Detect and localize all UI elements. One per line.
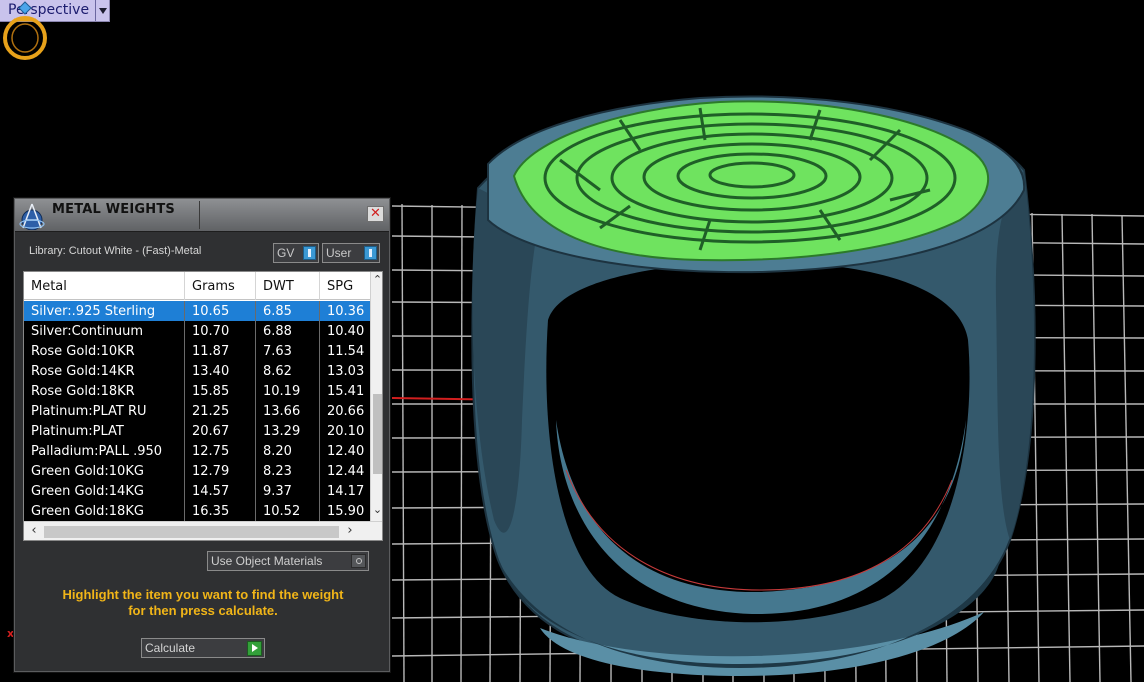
table-cell-grams: 12.75 <box>185 441 256 461</box>
table-row[interactable]: Green Gold:14KG 14.57 9.37 14.17 <box>24 481 370 501</box>
calculate-label: Calculate <box>145 641 196 655</box>
table-cell-metal: Palladium:PALL .950 <box>24 441 185 461</box>
metal-table[interactable]: Metal Grams DWT SPG Silver:.925 Sterling… <box>23 271 383 541</box>
table-cell-grams: 16.35 <box>185 501 256 521</box>
chevron-left-icon[interactable]: ‹ <box>26 523 42 540</box>
table-row[interactable]: Rose Gold:14KR 13.40 8.62 13.03 <box>24 361 370 381</box>
help-text: Highlight the item you want to find the … <box>25 587 381 619</box>
app-logo-icon <box>19 203 45 230</box>
table-cell-grams: 11.87 <box>185 341 256 361</box>
table-cell-spg: 15.41 <box>327 384 365 399</box>
table-row[interactable]: Platinum:PLAT RU 21.25 13.66 20.66 <box>24 401 370 421</box>
radio-icon[interactable] <box>351 554 366 568</box>
panel-header[interactable]: METAL WEIGHTS ✕ <box>15 199 389 232</box>
chevron-down-icon[interactable]: ⌄ <box>371 503 382 519</box>
close-icon[interactable]: ✕ <box>367 206 384 222</box>
column-header-dwt[interactable]: DWT <box>256 272 320 300</box>
table-row[interactable]: Rose Gold:10KR 11.87 7.63 11.54 <box>24 341 370 361</box>
table-row[interactable]: Green Gold:10KG 12.79 8.23 12.44 <box>24 461 370 481</box>
chevron-right-icon[interactable]: › <box>342 523 358 540</box>
table-cell-spg: 13.03 <box>327 364 365 379</box>
table-cell-metal: Rose Gold:14KR <box>24 361 185 381</box>
table-cell-spg: 10.40 <box>327 324 365 339</box>
table-cell-dwt: 10.19 <box>256 381 320 401</box>
table-row[interactable]: Green Gold:18KG 16.35 10.52 15.90 <box>24 501 370 521</box>
panel-title: METAL WEIGHTS <box>52 201 200 229</box>
toggle-switch-icon[interactable] <box>303 246 316 260</box>
table-cell-grams: 10.65 <box>185 301 256 321</box>
library-label: Library: Cutout White - (Fast)-Metal <box>29 245 202 257</box>
help-text-line: for then press calculate. <box>128 603 278 618</box>
user-toggle-label: User <box>326 246 352 260</box>
table-cell-dwt: 8.20 <box>256 441 320 461</box>
table-cell-dwt: 13.29 <box>256 421 320 441</box>
play-icon[interactable] <box>247 640 262 656</box>
table-row[interactable]: Silver:.925 Sterling 10.65 6.85 10.36 <box>24 301 370 321</box>
ring-model <box>471 95 1036 676</box>
use-object-materials-toggle[interactable]: Use Object Materials <box>207 551 369 571</box>
table-cell-metal: Green Gold:10KG <box>24 461 185 481</box>
table-cell-grams: 12.79 <box>185 461 256 481</box>
table-cell-dwt: 8.23 <box>256 461 320 481</box>
scrollbar-thumb[interactable] <box>44 526 339 538</box>
table-row[interactable]: Rose Gold:18KR 15.85 10.19 15.41 <box>24 381 370 401</box>
table-cell-spg: 10.36 <box>327 304 365 319</box>
table-cell-grams: 14.57 <box>185 481 256 501</box>
table-cell-metal: Green Gold:14KG <box>24 481 185 501</box>
table-row[interactable]: Platinum:PLAT 20.67 13.29 20.10 <box>24 421 370 441</box>
table-cell-metal: Silver:Continuum <box>24 321 185 341</box>
use-object-materials-label: Use Object Materials <box>211 554 323 568</box>
table-cell-dwt: 8.62 <box>256 361 320 381</box>
table-cell-spg: 20.66 <box>327 404 365 419</box>
table-cell-metal: Silver:.925 Sterling <box>24 301 185 321</box>
table-cell-grams: 20.67 <box>185 421 256 441</box>
gv-toggle[interactable]: GV <box>273 243 319 263</box>
ring-icon[interactable] <box>0 0 50 62</box>
table-row[interactable]: Silver:Continuum 10.70 6.88 10.40 <box>24 321 370 341</box>
table-cell-spg: 14.17 <box>327 484 365 499</box>
chevron-up-icon[interactable]: ⌃ <box>371 273 382 289</box>
user-toggle[interactable]: User <box>322 243 380 263</box>
table-cell-spg: 12.44 <box>327 464 365 479</box>
toggle-switch-icon[interactable] <box>364 246 377 260</box>
table-cell-dwt: 10.52 <box>256 501 320 521</box>
table-cell-metal: Platinum:PLAT <box>24 421 185 441</box>
table-cell-dwt: 6.85 <box>256 301 320 321</box>
column-header-spg[interactable]: SPG <box>320 272 370 300</box>
table-cell-grams: 13.40 <box>185 361 256 381</box>
table-cell-grams: 21.25 <box>185 401 256 421</box>
calculate-button[interactable]: Calculate <box>141 638 265 658</box>
table-row[interactable]: Palladium:PALL .950 12.75 8.20 12.40 <box>24 441 370 461</box>
table-cell-spg: 12.40 <box>327 444 365 459</box>
table-cell-grams: 15.85 <box>185 381 256 401</box>
table-cell-spg: 11.54 <box>327 344 365 359</box>
table-cell-grams: 10.70 <box>185 321 256 341</box>
horizontal-scrollbar[interactable]: ‹ › <box>24 521 382 540</box>
table-cell-spg: 15.90 <box>327 504 365 519</box>
scrollbar-thumb[interactable] <box>373 394 382 474</box>
table-cell-spg: 20.10 <box>327 424 365 439</box>
table-header: Metal Grams DWT SPG <box>24 272 370 300</box>
metal-weights-panel: METAL WEIGHTS ✕ Library: Cutout White - … <box>14 198 390 672</box>
gv-toggle-label: GV <box>277 246 295 260</box>
table-cell-dwt: 7.63 <box>256 341 320 361</box>
column-header-grams[interactable]: Grams <box>185 272 256 300</box>
table-cell-dwt: 6.88 <box>256 321 320 341</box>
table-cell-dwt: 9.37 <box>256 481 320 501</box>
table-cell-metal: Rose Gold:18KR <box>24 381 185 401</box>
column-header-metal[interactable]: Metal <box>24 272 185 300</box>
chevron-down-icon[interactable] <box>95 0 109 21</box>
help-text-line: Highlight the item you want to find the … <box>62 587 344 602</box>
table-cell-metal: Green Gold:18KG <box>24 501 185 521</box>
table-cell-metal: Rose Gold:10KR <box>24 341 185 361</box>
vertical-scrollbar[interactable]: ⌃ ⌄ <box>370 272 382 521</box>
table-cell-metal: Platinum:PLAT RU <box>24 401 185 421</box>
table-cell-dwt: 13.66 <box>256 401 320 421</box>
